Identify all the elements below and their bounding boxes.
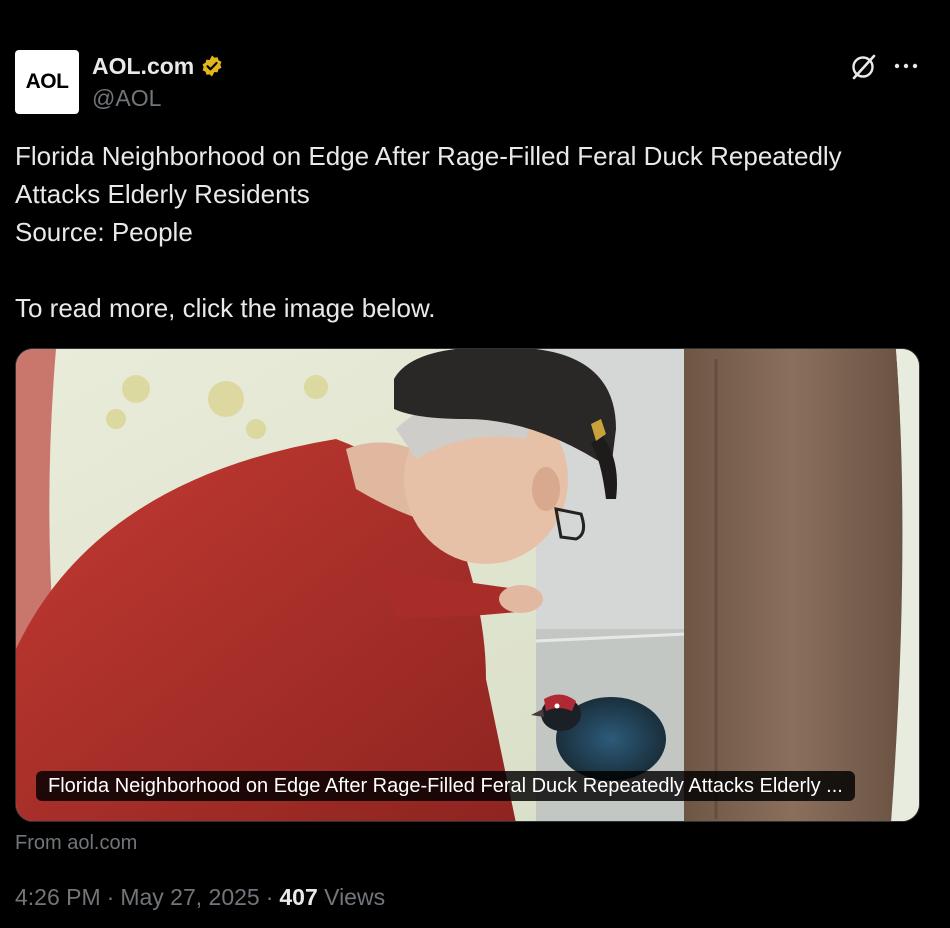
tweet-text: Florida Neighborhood on Edge After Rage-… xyxy=(15,137,925,327)
author-handle[interactable]: @AOL xyxy=(92,84,161,112)
article-preview-image xyxy=(16,349,919,821)
verified-badge-icon xyxy=(202,55,222,77)
grok-icon[interactable] xyxy=(848,52,878,82)
tweet-text-line: Florida Neighborhood on Edge After Rage-… xyxy=(15,141,842,171)
author-name-row: AOL.com xyxy=(92,52,224,80)
meta-separator: · xyxy=(265,884,274,910)
link-source[interactable]: From aol.com xyxy=(15,830,137,856)
more-options-icon[interactable] xyxy=(892,55,920,77)
card-caption: Florida Neighborhood on Edge After Rage-… xyxy=(36,771,855,801)
avatar[interactable]: AOL xyxy=(15,50,79,114)
tweet-time[interactable]: 4:26 PM xyxy=(15,884,101,910)
tweet-text-line: Attacks Elderly Residents xyxy=(15,179,310,209)
tweet-text-line: To read more, click the image below. xyxy=(15,293,436,323)
tweet-metadata: 4:26 PM · May 27, 2025 · 407 Views xyxy=(15,882,385,912)
views-count[interactable]: 407 xyxy=(279,884,317,910)
meta-separator: · xyxy=(106,884,115,910)
link-preview-card[interactable]: Florida Neighborhood on Edge After Rage-… xyxy=(15,348,920,822)
author-display-name[interactable]: AOL.com xyxy=(92,52,194,80)
views-label: Views xyxy=(324,884,386,910)
tweet-text-line: Source: People xyxy=(15,217,193,247)
tweet-date[interactable]: May 27, 2025 xyxy=(120,884,259,910)
avatar-logo-text: AOL xyxy=(25,70,69,93)
